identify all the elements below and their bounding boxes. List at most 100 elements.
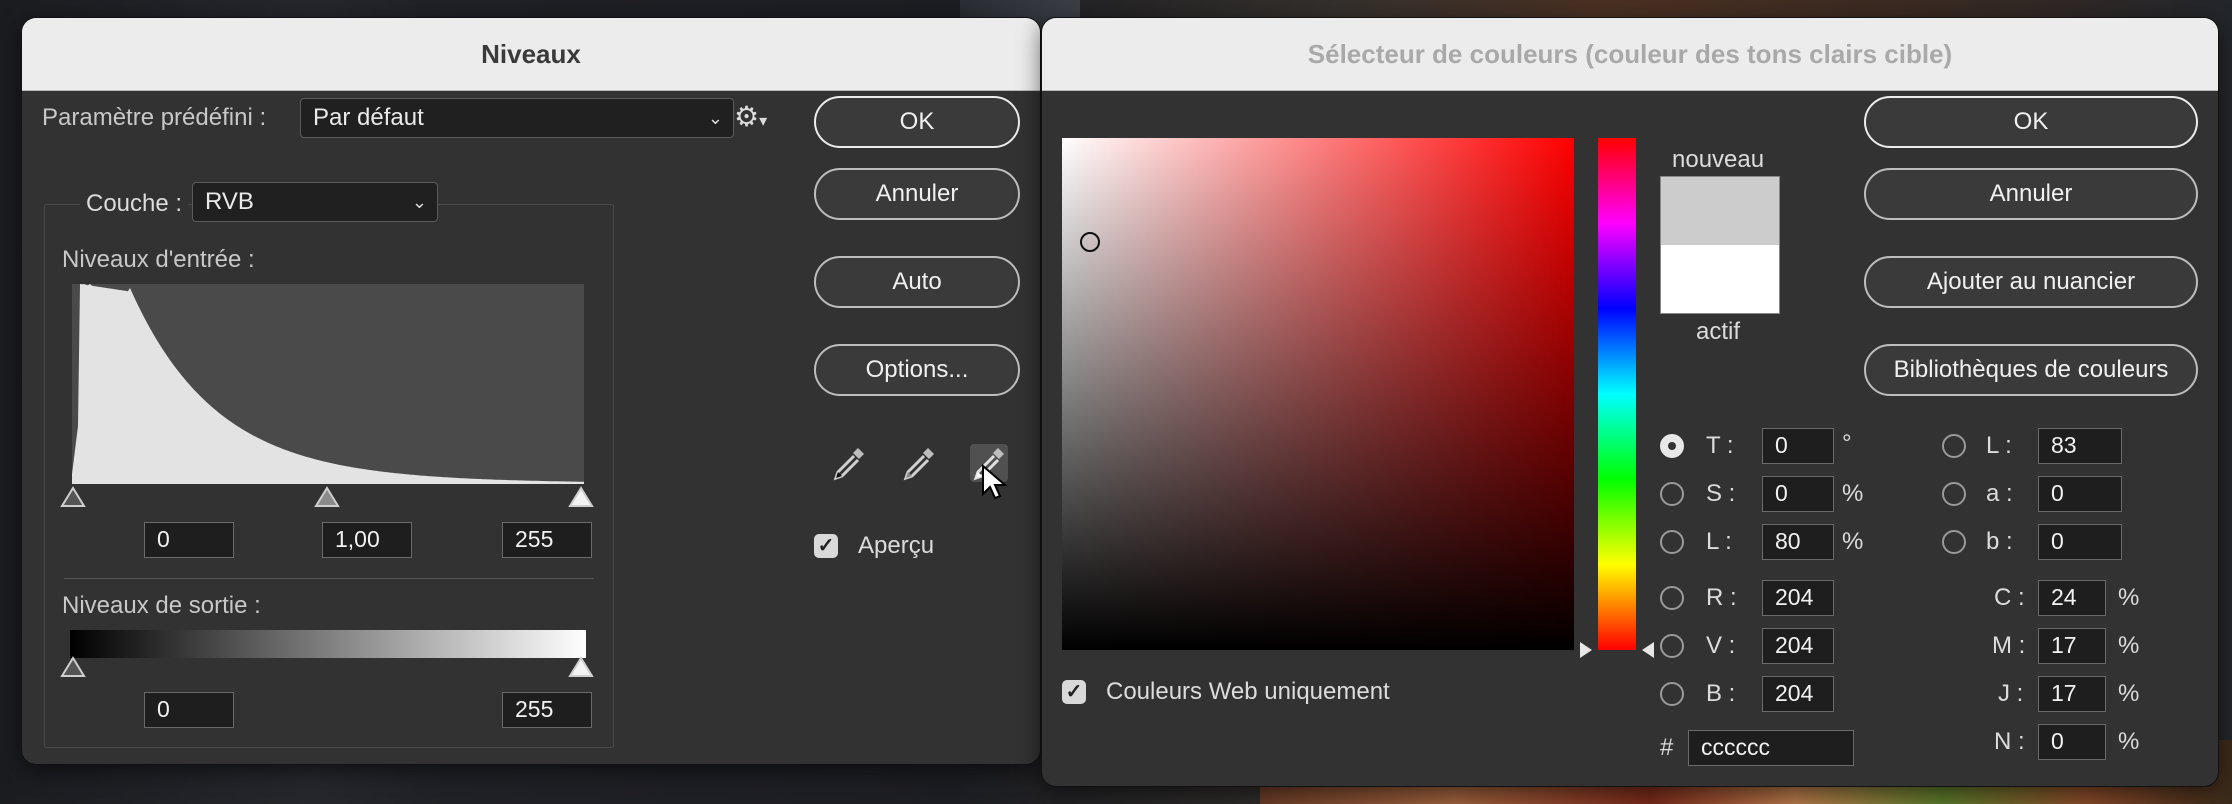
input-black-slider[interactable] xyxy=(60,486,86,508)
preset-select[interactable]: Par défaut ⌄ xyxy=(300,98,734,138)
color-preview xyxy=(1660,176,1780,314)
saturation-unit: % xyxy=(1842,480,1864,507)
hue-label: T : xyxy=(1706,432,1734,459)
yellow-label: J : xyxy=(1998,680,2024,707)
group-divider xyxy=(64,578,594,579)
add-to-swatches-button[interactable]: Ajouter au nuancier xyxy=(1864,256,2198,308)
black-unit: % xyxy=(2118,728,2140,755)
magenta-unit: % xyxy=(2118,632,2140,659)
input-black-field[interactable]: 0 xyxy=(144,522,234,558)
blue-field[interactable]: 204 xyxy=(1762,676,1834,712)
chevron-down-icon: ⌄ xyxy=(707,108,723,128)
channel-value: RVB xyxy=(205,188,254,215)
histogram xyxy=(72,284,584,484)
input-gamma-field[interactable]: 1,00 xyxy=(322,522,412,558)
levels-ok-button[interactable]: OK xyxy=(814,96,1020,148)
hue-slider[interactable] xyxy=(1598,138,1636,650)
picker-cancel-button[interactable]: Annuler xyxy=(1864,168,2198,220)
magenta-field[interactable]: 17 xyxy=(2038,628,2106,664)
color-picker-dialog: Sélecteur de couleurs (couleur des tons … xyxy=(1042,18,2218,786)
saturation-field[interactable]: 0 xyxy=(1762,476,1834,512)
lab-l-label: L : xyxy=(1986,432,2012,459)
output-gradient xyxy=(70,630,586,658)
green-field[interactable]: 204 xyxy=(1762,628,1834,664)
cyan-label: C : xyxy=(1994,584,2025,611)
preset-options-gear-icon[interactable]: ⚙▾ xyxy=(734,100,767,133)
black-field[interactable]: 0 xyxy=(2038,724,2106,760)
output-white-field[interactable]: 255 xyxy=(502,692,592,728)
hue-radio[interactable] xyxy=(1660,434,1684,458)
web-colors-label: Couleurs Web uniquement xyxy=(1106,678,1390,705)
color-field[interactable] xyxy=(1062,138,1574,650)
levels-cancel-button[interactable]: Annuler xyxy=(814,168,1020,220)
gray-point-eyedropper-icon[interactable] xyxy=(898,442,940,484)
preview-label: Aperçu xyxy=(858,532,935,559)
magenta-label: M : xyxy=(1992,632,2026,659)
red-radio[interactable] xyxy=(1660,586,1684,610)
picker-ok-button[interactable]: OK xyxy=(1864,96,2198,148)
levels-dialog: Niveaux Paramètre prédéfini : Par défaut… xyxy=(22,18,1040,764)
blue-radio[interactable] xyxy=(1660,682,1684,706)
levels-title[interactable]: Niveaux xyxy=(22,18,1040,91)
cyan-field[interactable]: 24 xyxy=(2038,580,2106,616)
levels-options-button[interactable]: Options... xyxy=(814,344,1020,396)
lab-b-label: b : xyxy=(1986,528,2013,555)
lab-l-radio[interactable] xyxy=(1942,434,1966,458)
new-color-label: nouveau xyxy=(1672,146,1765,173)
red-label: R : xyxy=(1706,584,1737,611)
output-white-slider[interactable] xyxy=(568,656,594,678)
hue-field[interactable]: 0 xyxy=(1762,428,1834,464)
lab-b-field[interactable]: 0 xyxy=(2038,524,2122,560)
new-color-swatch xyxy=(1661,177,1779,245)
caret-icon: ▾ xyxy=(759,113,768,130)
channel-label: Couche : xyxy=(80,190,189,218)
color-field-brightness xyxy=(1062,138,1574,650)
black-label: N : xyxy=(1994,728,2025,755)
red-field[interactable]: 204 xyxy=(1762,580,1834,616)
hex-label: # xyxy=(1660,734,1674,761)
output-levels-label: Niveaux de sortie : xyxy=(62,592,261,619)
lab-a-radio[interactable] xyxy=(1942,482,1966,506)
color-picker-title[interactable]: Sélecteur de couleurs (couleur des tons … xyxy=(1042,18,2218,91)
brightness-unit: % xyxy=(1842,528,1864,555)
input-gamma-slider[interactable] xyxy=(314,486,340,508)
color-field-marker[interactable] xyxy=(1080,232,1100,252)
input-levels-label: Niveaux d'entrée : xyxy=(62,246,255,273)
web-colors-checkbox[interactable]: ✓ xyxy=(1062,680,1086,704)
brightness-field[interactable]: 80 xyxy=(1762,524,1834,560)
current-color-label: actif xyxy=(1696,318,1741,345)
color-libraries-button[interactable]: Bibliothèques de couleurs xyxy=(1864,344,2198,396)
current-color-swatch[interactable] xyxy=(1661,245,1779,313)
channel-select[interactable]: RVB ⌄ xyxy=(192,182,438,222)
input-white-field[interactable]: 255 xyxy=(502,522,592,558)
hue-unit: ° xyxy=(1842,430,1852,457)
brightness-radio[interactable] xyxy=(1660,530,1684,554)
yellow-field[interactable]: 17 xyxy=(2038,676,2106,712)
hex-field[interactable]: cccccc xyxy=(1688,730,1854,766)
saturation-radio[interactable] xyxy=(1660,482,1684,506)
lab-l-field[interactable]: 83 xyxy=(2038,428,2122,464)
brightness-label: L : xyxy=(1706,528,1732,555)
lab-a-field[interactable]: 0 xyxy=(2038,476,2122,512)
output-black-slider[interactable] xyxy=(60,656,86,678)
chevron-down-icon: ⌄ xyxy=(411,192,427,212)
hue-slider-left-arrow[interactable] xyxy=(1578,640,1594,660)
cyan-unit: % xyxy=(2118,584,2140,611)
green-radio[interactable] xyxy=(1660,634,1684,658)
levels-auto-button[interactable]: Auto xyxy=(814,256,1020,308)
preset-label: Paramètre prédéfini : xyxy=(42,104,267,131)
lab-b-radio[interactable] xyxy=(1942,530,1966,554)
saturation-label: S : xyxy=(1706,480,1736,507)
lab-a-label: a : xyxy=(1986,480,2013,507)
preview-checkbox[interactable]: ✓ xyxy=(814,534,838,558)
hue-slider-right-arrow[interactable] xyxy=(1640,640,1656,660)
output-black-field[interactable]: 0 xyxy=(144,692,234,728)
green-label: V : xyxy=(1706,632,1736,659)
blue-label: B : xyxy=(1706,680,1736,707)
yellow-unit: % xyxy=(2118,680,2140,707)
input-white-slider[interactable] xyxy=(568,486,594,508)
mouse-cursor-icon xyxy=(982,464,1008,500)
black-point-eyedropper-icon[interactable] xyxy=(828,442,870,484)
gear-icon: ⚙ xyxy=(734,101,760,132)
preset-value: Par défaut xyxy=(313,104,424,131)
